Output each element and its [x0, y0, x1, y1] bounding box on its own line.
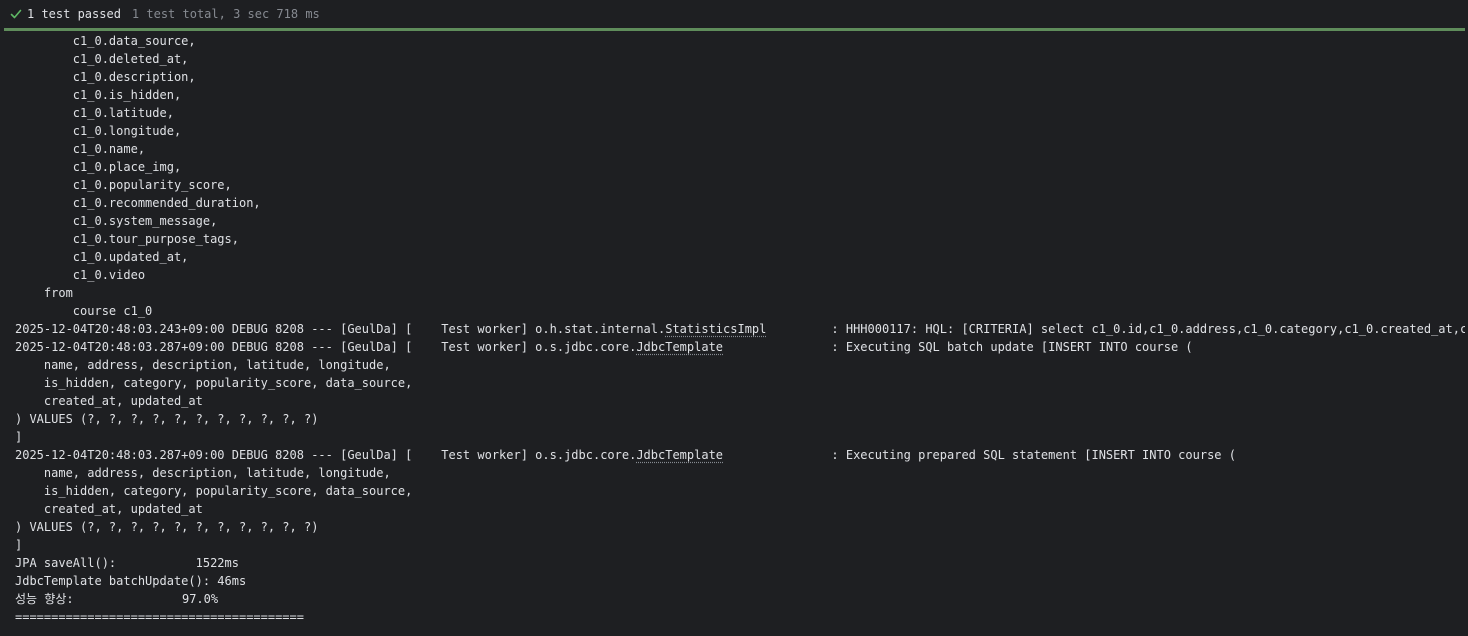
check-icon	[10, 9, 22, 19]
console-line: c1_0.longitude,	[15, 122, 1465, 140]
console-line-text: ) VALUES (?, ?, ?, ?, ?, ?, ?, ?, ?, ?, …	[15, 520, 319, 534]
console-line-text: ) VALUES (?, ?, ?, ?, ?, ?, ?, ?, ?, ?, …	[15, 412, 319, 426]
console-line-text: c1_0.deleted_at,	[15, 52, 189, 66]
console-line-text: c1_0.system_message,	[15, 214, 218, 228]
console-line: name, address, description, latitude, lo…	[15, 356, 1465, 374]
console-line: c1_0.deleted_at,	[15, 50, 1465, 68]
console-line: c1_0.name,	[15, 140, 1465, 158]
console-line-text: c1_0.recommended_duration,	[15, 196, 261, 210]
console-line-text: JdbcTemplate batchUpdate(): 46ms	[15, 574, 247, 588]
console-line-text: c1_0.data_source,	[15, 34, 196, 48]
console-line-text: created_at, updated_at	[15, 394, 203, 408]
console-line: c1_0.latitude,	[15, 104, 1465, 122]
logger-class-link[interactable]: StatisticsImpl	[665, 322, 766, 336]
console-line-text: ]	[15, 538, 23, 552]
console-line: 성능 향상: 97.0%	[15, 590, 1465, 608]
console-line: 2025-12-04T20:48:03.287+09:00 DEBUG 8208…	[15, 338, 1465, 356]
console-line-text: c1_0.tour_purpose_tags,	[15, 232, 239, 246]
log-prefix: 2025-12-04T20:48:03.287+09:00 DEBUG 8208…	[15, 340, 637, 354]
tests-passed-label: 1 test passed	[27, 7, 121, 21]
console-line-text: is_hidden, category, popularity_score, d…	[15, 484, 413, 498]
console-line-text: created_at, updated_at	[15, 502, 203, 516]
console-line: c1_0.video	[15, 266, 1465, 284]
console-line: ) VALUES (?, ?, ?, ?, ?, ?, ?, ?, ?, ?, …	[15, 410, 1465, 428]
console-line: ========================================	[15, 608, 1465, 626]
console-line: c1_0.data_source,	[15, 32, 1465, 50]
console-line: c1_0.is_hidden,	[15, 86, 1465, 104]
console-line: ) VALUES (?, ?, ?, ?, ?, ?, ?, ?, ?, ?, …	[15, 518, 1465, 536]
console-line-text: 성능 향상: 97.0%	[15, 592, 219, 606]
console-line-text: course c1_0	[15, 304, 153, 318]
log-prefix: 2025-12-04T20:48:03.243+09:00 DEBUG 8208…	[15, 322, 666, 336]
console-line-text: from	[15, 286, 73, 300]
log-message: : Executing prepared SQL statement [INSE…	[723, 448, 1236, 462]
test-status-bar: 1 test passed 1 test total, 3 sec 718 ms	[0, 0, 1468, 28]
console-line: c1_0.popularity_score,	[15, 176, 1465, 194]
console-line: created_at, updated_at	[15, 392, 1465, 410]
console-line-text: is_hidden, category, popularity_score, d…	[15, 376, 413, 390]
console-line: created_at, updated_at	[15, 500, 1465, 518]
console-line: JdbcTemplate batchUpdate(): 46ms	[15, 572, 1465, 590]
console-line-text: c1_0.place_img,	[15, 160, 182, 174]
console-line: c1_0.description,	[15, 68, 1465, 86]
console-line: is_hidden, category, popularity_score, d…	[15, 374, 1465, 392]
console-line: c1_0.tour_purpose_tags,	[15, 230, 1465, 248]
console-line-text: c1_0.description,	[15, 70, 196, 84]
log-message: : HHH000117: HQL: [CRITERIA] select c1_0…	[766, 322, 1465, 336]
console-line-text: c1_0.updated_at,	[15, 250, 189, 264]
log-message: : Executing SQL batch update [INSERT INT…	[723, 340, 1193, 354]
console-line: from	[15, 284, 1465, 302]
console-line: ]	[15, 428, 1465, 446]
logger-class-link[interactable]: JdbcTemplate	[636, 340, 723, 354]
console-line: course c1_0	[15, 302, 1465, 320]
test-progress-bar	[4, 28, 1465, 31]
console-line-text: name, address, description, latitude, lo…	[15, 358, 391, 372]
tests-summary-label: 1 test total, 3 sec 718 ms	[131, 7, 320, 21]
console-line-text: c1_0.latitude,	[15, 106, 174, 120]
console-line-text: JPA saveAll(): 1522ms	[15, 556, 239, 570]
console-line: c1_0.recommended_duration,	[15, 194, 1465, 212]
console-line: 2025-12-04T20:48:03.287+09:00 DEBUG 8208…	[15, 446, 1465, 464]
console-line-text: c1_0.video	[15, 268, 146, 282]
console-line: 2025-12-04T20:48:03.243+09:00 DEBUG 8208…	[15, 320, 1465, 338]
console-line: c1_0.system_message,	[15, 212, 1465, 230]
console-output[interactable]: c1_0.data_source, c1_0.deleted_at, c1_0.…	[15, 32, 1465, 636]
console-line-text: c1_0.popularity_score,	[15, 178, 232, 192]
console-line: is_hidden, category, popularity_score, d…	[15, 482, 1465, 500]
console-line-text: ========================================	[15, 610, 304, 624]
console-line: c1_0.updated_at,	[15, 248, 1465, 266]
console-line-text: c1_0.name,	[15, 142, 146, 156]
console-line-text: c1_0.longitude,	[15, 124, 182, 138]
console-line-text: ]	[15, 430, 23, 444]
console-line-text: name, address, description, latitude, lo…	[15, 466, 391, 480]
console-line: c1_0.place_img,	[15, 158, 1465, 176]
console-line: JPA saveAll(): 1522ms	[15, 554, 1465, 572]
console-line: name, address, description, latitude, lo…	[15, 464, 1465, 482]
logger-class-link[interactable]: JdbcTemplate	[636, 448, 723, 462]
console-line: ]	[15, 536, 1465, 554]
log-prefix: 2025-12-04T20:48:03.287+09:00 DEBUG 8208…	[15, 448, 637, 462]
console-line-text: c1_0.is_hidden,	[15, 88, 182, 102]
